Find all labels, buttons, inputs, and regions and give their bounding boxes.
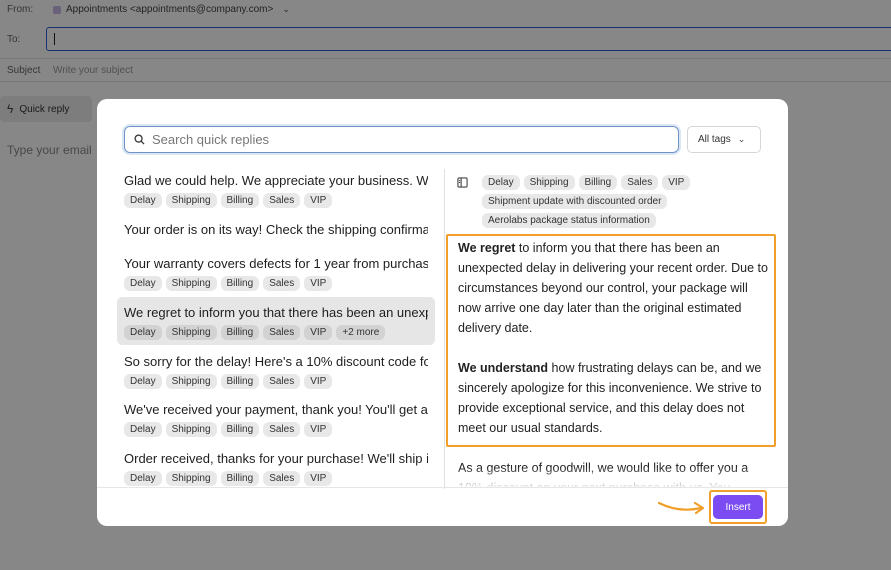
tag: Sales bbox=[263, 325, 301, 340]
list-item-selected[interactable]: We regret to inform you that there has b… bbox=[117, 297, 435, 345]
tag: Delay bbox=[124, 193, 162, 208]
tag: VIP bbox=[304, 325, 333, 340]
preview-text-1: to inform you that there has been an une… bbox=[458, 241, 768, 335]
reply-text: So sorry for the delay! Here's a 10% dis… bbox=[124, 354, 428, 369]
preview-tag-list: Delay Shipping Billing Sales VIP Shipmen… bbox=[482, 175, 752, 228]
preview-fade bbox=[446, 467, 788, 489]
tags-filter-dropdown[interactable]: All tags ⌄ bbox=[687, 126, 761, 153]
tag: VIP bbox=[304, 374, 333, 389]
reply-preview-panel: Delay Shipping Billing Sales VIP Shipmen… bbox=[446, 169, 788, 487]
tag: Billing bbox=[220, 422, 260, 437]
reply-tags: Delay Shipping Billing Sales VIP bbox=[124, 193, 435, 208]
preview-paragraph-1: We regret to inform you that there has b… bbox=[458, 238, 768, 338]
tag: Sales bbox=[263, 276, 301, 291]
preview-bold-1: We regret bbox=[458, 241, 516, 255]
reply-text: Your warranty covers defects for 1 year … bbox=[124, 256, 428, 271]
tag: Shipping bbox=[523, 175, 575, 190]
search-icon bbox=[134, 134, 145, 145]
tag: Sales bbox=[263, 422, 301, 437]
more-tags-badge[interactable]: +2 more bbox=[336, 325, 386, 340]
list-item[interactable]: Your warranty covers defects for 1 year … bbox=[117, 256, 435, 296]
quick-reply-list: Glad we could help. We appreciate your b… bbox=[117, 169, 435, 489]
tag: Aerolabs package status information bbox=[482, 213, 656, 228]
panel-divider bbox=[444, 169, 445, 489]
reply-text: Order received, thanks for your purchase… bbox=[124, 451, 428, 466]
tag: VIP bbox=[304, 276, 333, 291]
tag: Shipment update with discounted order bbox=[482, 194, 668, 209]
tag: VIP bbox=[662, 175, 691, 190]
tag: Shipping bbox=[165, 471, 217, 486]
tag: Shipping bbox=[165, 325, 217, 340]
search-input[interactable] bbox=[152, 132, 652, 147]
tag: Shipping bbox=[165, 422, 217, 437]
tag: Billing bbox=[220, 325, 260, 340]
list-item[interactable]: Order received, thanks for your purchase… bbox=[117, 451, 435, 489]
tag: Sales bbox=[263, 193, 301, 208]
tag: Shipping bbox=[165, 193, 217, 208]
list-item[interactable]: Glad we could help. We appreciate your b… bbox=[117, 173, 435, 213]
reply-text: We've received your payment, thank you! … bbox=[124, 402, 428, 417]
tag: Delay bbox=[124, 374, 162, 389]
tag: VIP bbox=[304, 193, 333, 208]
tag: Billing bbox=[220, 193, 260, 208]
tag: Billing bbox=[220, 471, 260, 486]
tag: Billing bbox=[220, 276, 260, 291]
footer-divider bbox=[97, 487, 788, 488]
tag: Sales bbox=[621, 175, 659, 190]
arrow-annotation-icon bbox=[657, 501, 705, 515]
tag: Shipping bbox=[165, 276, 217, 291]
list-item[interactable]: So sorry for the delay! Here's a 10% dis… bbox=[117, 354, 435, 394]
list-item[interactable]: We've received your payment, thank you! … bbox=[117, 402, 435, 442]
preview-paragraph-2: We understand how frustrating delays can… bbox=[458, 358, 768, 438]
preview-body: We regret to inform you that there has b… bbox=[458, 238, 768, 487]
tag: Billing bbox=[578, 175, 618, 190]
tag: Delay bbox=[124, 276, 162, 291]
search-box bbox=[124, 126, 679, 153]
tags-filter-label: All tags bbox=[698, 134, 731, 145]
reply-tags: Delay Shipping Billing Sales VIP +2 more bbox=[124, 325, 435, 340]
reply-tags: Delay Shipping Billing Sales VIP bbox=[124, 471, 435, 486]
insert-button[interactable]: Insert bbox=[713, 495, 763, 519]
quick-replies-modal: All tags ⌄ Glad we could help. We apprec… bbox=[97, 99, 788, 526]
tag: VIP bbox=[304, 422, 333, 437]
tag: Sales bbox=[263, 471, 301, 486]
tag: VIP bbox=[304, 471, 333, 486]
reply-text: Your order is on its way! Check the ship… bbox=[124, 222, 428, 237]
list-item[interactable]: Your order is on its way! Check the ship… bbox=[117, 222, 435, 244]
tag: Sales bbox=[263, 374, 301, 389]
chevron-down-icon: ⌄ bbox=[737, 134, 746, 144]
sidebar-panel-icon bbox=[457, 177, 468, 188]
tag: Delay bbox=[124, 471, 162, 486]
reply-tags: Delay Shipping Billing Sales VIP bbox=[124, 422, 435, 437]
reply-text: Glad we could help. We appreciate your b… bbox=[124, 173, 428, 188]
tag: Delay bbox=[124, 422, 162, 437]
tag: Delay bbox=[482, 175, 520, 190]
preview-bold-2: We understand bbox=[458, 361, 549, 375]
reply-text: We regret to inform you that there has b… bbox=[124, 305, 428, 320]
reply-tags: Delay Shipping Billing Sales VIP bbox=[124, 276, 435, 291]
reply-tags: Delay Shipping Billing Sales VIP bbox=[124, 374, 435, 389]
tag: Shipping bbox=[165, 374, 217, 389]
tag: Billing bbox=[220, 374, 260, 389]
tag: Delay bbox=[124, 325, 162, 340]
